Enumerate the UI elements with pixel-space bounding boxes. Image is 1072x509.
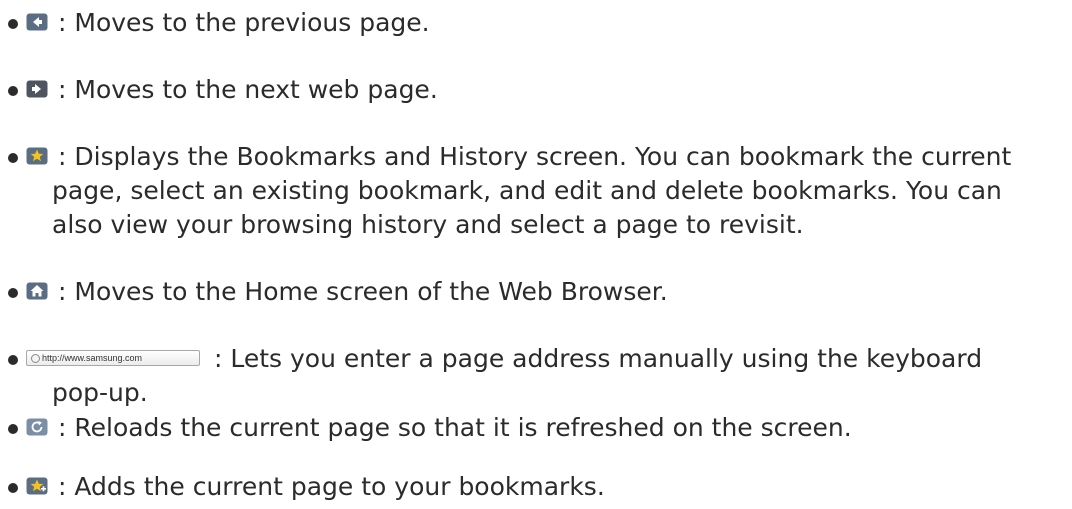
item-text-line: : Moves to the Home screen of the Web Br… [58, 277, 668, 306]
item-text-line: : Moves to the previous page. [58, 8, 430, 37]
bullet [8, 19, 18, 29]
url-status-icon [31, 354, 40, 363]
item-text-line: : Lets you enter a page address manually… [214, 344, 983, 373]
bullet [8, 355, 18, 365]
feature-list: : Moves to the previous page. : Moves to… [0, 0, 1072, 509]
item-text-line: : Reloads the current page so that it is… [58, 413, 852, 442]
bookmark-star-icon [26, 147, 48, 165]
item-text-line: page, select an existing bookmark, and e… [52, 176, 1002, 205]
url-text: http://www.samsung.com [42, 353, 143, 363]
bullet [8, 424, 18, 434]
item-text-line: also view your browsing history and sele… [52, 210, 804, 239]
url-field-icon: http://www.samsung.com [26, 350, 200, 366]
item-text-line: : Adds the current page to your bookmark… [58, 472, 605, 501]
bullet [8, 153, 18, 163]
item-text-line: : Displays the Bookmarks and History scr… [58, 142, 1012, 171]
back-arrow-icon [26, 13, 48, 31]
reload-icon [26, 418, 48, 436]
home-icon [26, 282, 48, 300]
forward-arrow-icon [26, 80, 48, 98]
bullet [8, 483, 18, 493]
bullet [8, 86, 18, 96]
item-text-line: pop-up. [52, 378, 148, 407]
item-text-line: : Moves to the next web page. [58, 75, 438, 104]
add-bookmark-icon [26, 477, 48, 495]
bullet [8, 288, 18, 298]
